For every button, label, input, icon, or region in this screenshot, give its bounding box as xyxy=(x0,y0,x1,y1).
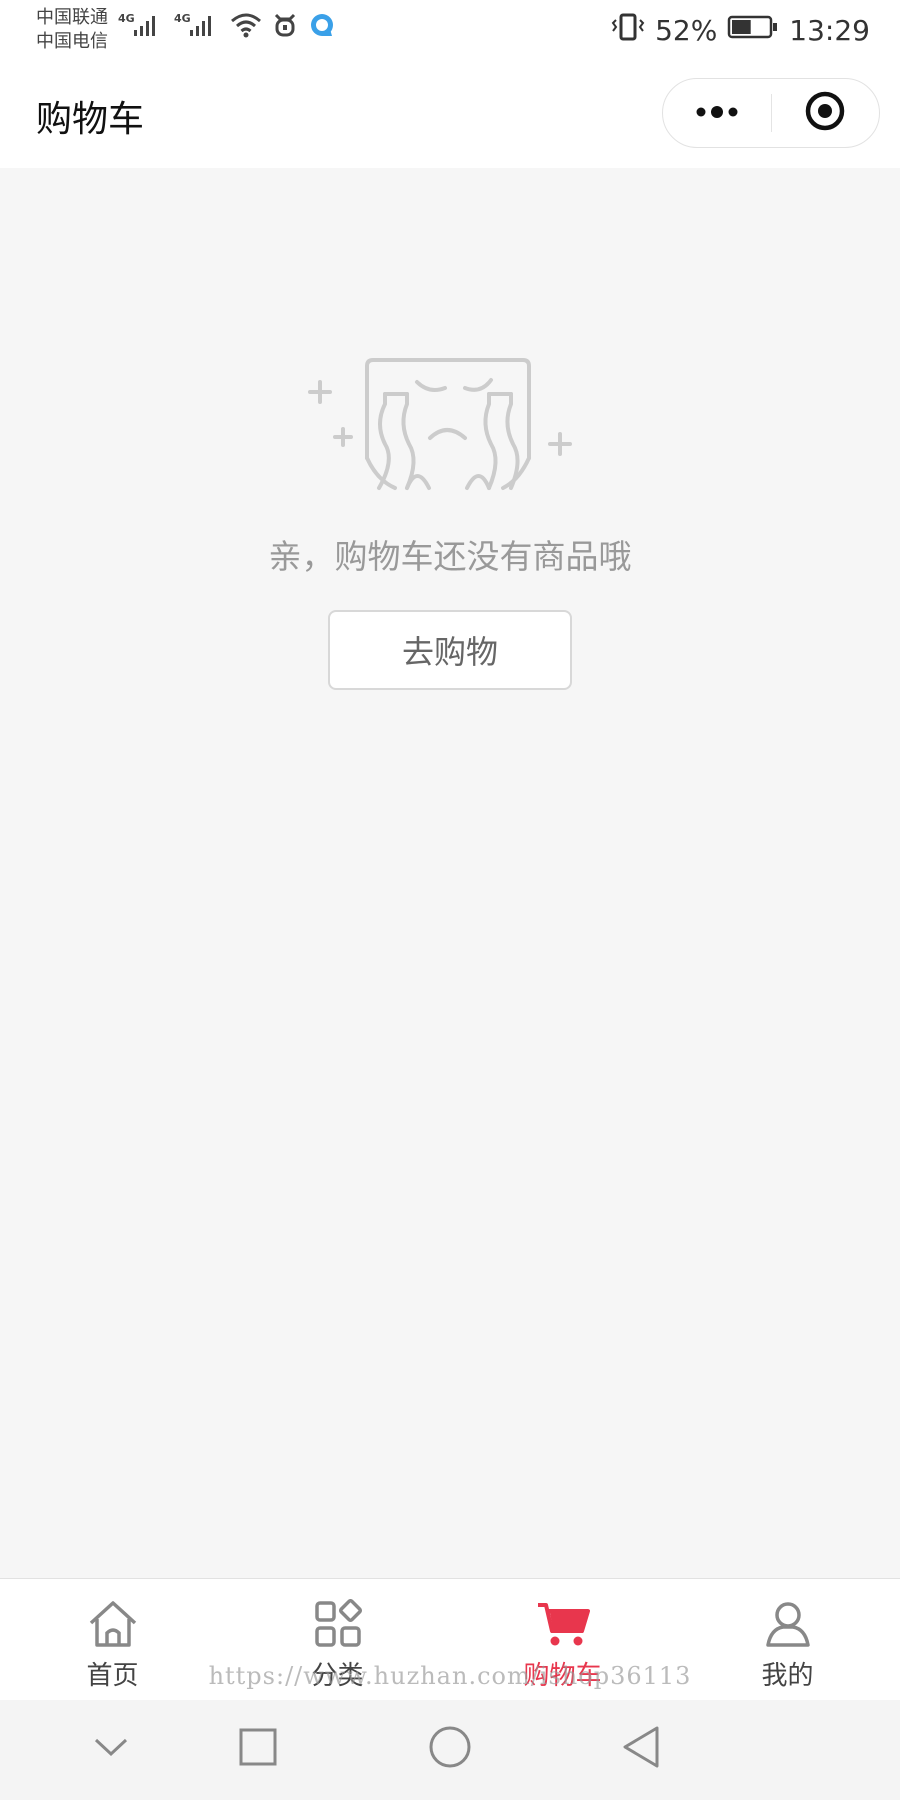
close-mini-program-button[interactable] xyxy=(772,79,880,147)
tab-cart-label: 购物车 xyxy=(523,1661,602,1691)
crying-box-icon xyxy=(308,358,572,490)
signal-2-icon: 4G xyxy=(174,10,220,44)
notification-app-icon xyxy=(272,11,298,43)
mini-program-capsule xyxy=(662,78,880,148)
home-system-button[interactable] xyxy=(425,1724,475,1774)
go-shopping-button[interactable]: 去购物 xyxy=(328,610,572,690)
carrier-2: 中国电信 xyxy=(36,31,108,52)
chevron-down-icon xyxy=(93,1736,129,1762)
hide-nav-button[interactable] xyxy=(86,1724,136,1774)
system-navigation-bar xyxy=(0,1700,900,1800)
tab-mine-label: 我的 xyxy=(761,1661,814,1691)
battery-percent: 52% xyxy=(655,14,718,47)
vibrate-icon xyxy=(611,12,645,49)
signal-1-icon: 4G xyxy=(118,10,164,44)
tab-cart[interactable]: 购物车 xyxy=(450,1579,675,1700)
square-icon xyxy=(238,1727,278,1771)
back-system-button[interactable] xyxy=(616,1724,666,1774)
screen: 中国联通 中国电信 4G 4G 52% 13:29 购物车 亲，购物车还没有商品… xyxy=(0,0,900,1800)
tab-category[interactable]: 分类 xyxy=(225,1579,450,1700)
empty-cart-illustration xyxy=(305,340,575,500)
more-dots-icon xyxy=(694,104,740,123)
tab-category-label: 分类 xyxy=(311,1661,364,1691)
target-close-icon xyxy=(804,90,846,136)
back-triangle-icon xyxy=(621,1725,661,1773)
network-2-label: 4G xyxy=(174,12,191,25)
tab-bar: 首页 分类 购物车 我的 xyxy=(0,1578,900,1700)
circle-home-icon xyxy=(428,1725,472,1773)
carrier-info: 中国联通 中国电信 xyxy=(36,6,108,54)
status-bar: 中国联通 中国电信 4G 4G 52% 13:29 xyxy=(0,0,900,62)
recent-apps-button[interactable] xyxy=(233,1724,283,1774)
tab-home-label: 首页 xyxy=(86,1661,139,1691)
cart-icon xyxy=(536,1597,590,1651)
network-1-label: 4G xyxy=(118,12,135,25)
empty-cart-message: 亲，购物车还没有商品哦 xyxy=(268,537,632,576)
more-button[interactable] xyxy=(663,79,771,147)
battery-icon xyxy=(727,14,779,47)
page-title: 购物车 xyxy=(36,99,145,140)
home-icon xyxy=(86,1597,140,1651)
status-right: 52% 13:29 xyxy=(611,12,870,49)
category-icon xyxy=(311,1597,365,1651)
wifi-icon xyxy=(230,11,262,43)
carrier-1: 中国联通 xyxy=(36,7,108,28)
tab-home[interactable]: 首页 xyxy=(0,1579,225,1700)
browser-app-icon xyxy=(308,11,336,43)
navigation-bar: 购物车 xyxy=(0,62,900,168)
clock: 13:29 xyxy=(789,14,870,47)
tab-mine[interactable]: 我的 xyxy=(675,1579,900,1700)
signal-group: 4G 4G xyxy=(118,10,336,44)
user-icon xyxy=(761,1597,815,1651)
